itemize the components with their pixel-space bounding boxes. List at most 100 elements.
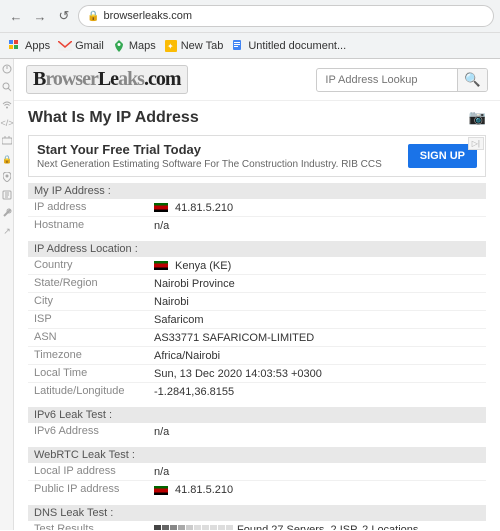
ipv6-header: IPv6 Leak Test : bbox=[28, 407, 486, 423]
bookmark-newtab[interactable]: ✦ New Tab bbox=[164, 39, 224, 53]
bookmark-gmail[interactable]: Gmail bbox=[58, 39, 104, 53]
webrtc-public-value: 41.81.5.210 bbox=[154, 483, 233, 497]
back-button[interactable]: ← bbox=[6, 6, 26, 26]
maps-label: Maps bbox=[129, 40, 156, 52]
logo-bar: BrowserLeaks.com 🔍 bbox=[14, 59, 500, 101]
lock-icon: 🔒 bbox=[87, 11, 99, 22]
ad-signup-button[interactable]: SIGN UP bbox=[408, 144, 477, 168]
city-label: City bbox=[34, 295, 154, 308]
localtime-row: Local Time Sun, 13 Dec 2020 14:03:53 +03… bbox=[28, 365, 486, 383]
search-button[interactable]: 🔍 bbox=[457, 69, 487, 91]
apps-label: Apps bbox=[25, 40, 50, 52]
bookmark-doc[interactable]: Untitled document... bbox=[231, 39, 346, 53]
webrtc-section: WebRTC Leak Test : Local IP address n/a … bbox=[28, 447, 486, 499]
sidebar-icon-arrow[interactable]: ↗ bbox=[1, 225, 13, 237]
dns-results-summary: Found 27 Servers, 2 ISP, 2 Locations bbox=[237, 524, 418, 531]
sidebar-icon-tool[interactable] bbox=[1, 207, 13, 219]
newtab-icon: ✦ bbox=[164, 39, 178, 53]
bookmark-maps[interactable]: Maps bbox=[112, 39, 156, 53]
ip-address-value: 41.81.5.210 bbox=[154, 201, 233, 214]
site-logo[interactable]: BrowserLeaks.com bbox=[26, 65, 188, 94]
sidebar-icon-4[interactable]: 🔒 bbox=[1, 153, 13, 165]
ke-flag-country-icon bbox=[154, 261, 168, 270]
sidebar-icon-wifi[interactable] bbox=[1, 99, 13, 111]
maps-icon bbox=[112, 39, 126, 53]
ad-content: Start Your Free Trial Today Next Generat… bbox=[37, 142, 382, 170]
doc-label: Untitled document... bbox=[248, 40, 346, 52]
asn-row: ASN AS33771 SAFARICOM-LIMITED bbox=[28, 329, 486, 347]
gmail-icon bbox=[58, 39, 72, 53]
sidebar-icon-code[interactable]: </> bbox=[1, 117, 13, 129]
hostname-label: Hostname bbox=[34, 219, 154, 233]
asn-label: ASN bbox=[34, 331, 154, 344]
address-bar[interactable]: 🔒 browserleaks.com bbox=[78, 5, 494, 27]
url-text: browserleaks.com bbox=[103, 10, 192, 22]
city-value: Nairobi bbox=[154, 295, 189, 308]
dns-results-value: Found 27 Servers, 2 ISP, 2 Locations bbox=[154, 523, 418, 530]
ip-search-input[interactable] bbox=[317, 71, 457, 89]
forward-button[interactable]: → bbox=[30, 6, 50, 26]
ipv6-address-label: IPv6 Address bbox=[34, 425, 154, 439]
timezone-label: Timezone bbox=[34, 349, 154, 362]
latlon-row: Latitude/Longitude -1.2841,36.8155 bbox=[28, 383, 486, 401]
ad-label: ▷| bbox=[468, 137, 484, 150]
ke-flag-webrtc-icon bbox=[154, 486, 168, 495]
bookmark-apps[interactable]: Apps bbox=[8, 39, 50, 53]
sidebar-icon-2[interactable] bbox=[1, 81, 13, 93]
hostname-value: n/a bbox=[154, 219, 169, 233]
doc-icon bbox=[231, 39, 245, 53]
state-value: Nairobi Province bbox=[154, 277, 235, 290]
sidebar-icon-3[interactable] bbox=[1, 135, 13, 147]
ip-address-row: IP address 41.81.5.210 bbox=[28, 199, 486, 217]
webrtc-local-row: Local IP address n/a bbox=[28, 463, 486, 481]
country-label: Country bbox=[34, 259, 154, 272]
localtime-value: Sun, 13 Dec 2020 14:03:53 +0300 bbox=[154, 367, 322, 380]
asn-value: AS33771 SAFARICOM-LIMITED bbox=[154, 331, 314, 344]
ad-subtext: Next Generation Estimating Software For … bbox=[37, 159, 382, 170]
state-label: State/Region bbox=[34, 277, 154, 290]
country-row: Country Kenya (KE) bbox=[28, 257, 486, 275]
page-title: What Is My IP Address bbox=[28, 109, 486, 127]
page-title-bar: 📷 What Is My IP Address bbox=[14, 101, 500, 131]
webrtc-header: WebRTC Leak Test : bbox=[28, 447, 486, 463]
dns-results-label: Test Results bbox=[34, 523, 154, 530]
city-row: City Nairobi bbox=[28, 293, 486, 311]
timezone-row: Timezone Africa/Nairobi bbox=[28, 347, 486, 365]
sidebar-icon-1[interactable] bbox=[1, 63, 13, 75]
dns-section: DNS Leak Test : Test Results bbox=[28, 505, 486, 530]
country-value: Kenya (KE) bbox=[154, 259, 231, 272]
my-ip-header: My IP Address : bbox=[28, 183, 486, 199]
isp-value: Safaricom bbox=[154, 313, 204, 326]
ip-search-box[interactable]: 🔍 bbox=[316, 68, 488, 92]
gmail-label: Gmail bbox=[75, 40, 104, 52]
sidebar-icon-location[interactable] bbox=[1, 171, 13, 183]
apps-grid-icon bbox=[8, 39, 22, 53]
my-ip-section: My IP Address : IP address 41.81.5.210 H… bbox=[28, 183, 486, 235]
latlon-value: -1.2841,36.8155 bbox=[154, 385, 234, 399]
dns-header: DNS Leak Test : bbox=[28, 505, 486, 521]
ipv6-section: IPv6 Leak Test : IPv6 Address n/a bbox=[28, 407, 486, 441]
dns-progress-bar bbox=[154, 525, 233, 530]
ip-location-section: IP Address Location : Country Kenya (KE)… bbox=[28, 241, 486, 401]
timezone-value: Africa/Nairobi bbox=[154, 349, 220, 362]
hostname-row: Hostname n/a bbox=[28, 217, 486, 235]
webrtc-local-value: n/a bbox=[154, 465, 169, 478]
reload-button[interactable]: ↺ bbox=[54, 6, 74, 26]
svg-text:✦: ✦ bbox=[167, 42, 174, 51]
ke-flag-icon bbox=[154, 203, 168, 212]
sidebar-icon-5[interactable] bbox=[1, 189, 13, 201]
isp-row: ISP Safaricom bbox=[28, 311, 486, 329]
ip-address-label: IP address bbox=[34, 201, 154, 214]
webrtc-local-label: Local IP address bbox=[34, 465, 154, 478]
state-row: State/Region Nairobi Province bbox=[28, 275, 486, 293]
ip-location-header: IP Address Location : bbox=[28, 241, 486, 257]
newtab-label: New Tab bbox=[181, 40, 224, 52]
camera-icon[interactable]: 📷 bbox=[469, 109, 486, 126]
latlon-label: Latitude/Longitude bbox=[34, 385, 154, 399]
ad-heading: Start Your Free Trial Today bbox=[37, 142, 382, 157]
webrtc-public-label: Public IP address bbox=[34, 483, 154, 497]
ipv6-address-row: IPv6 Address n/a bbox=[28, 423, 486, 441]
ipv6-address-value: n/a bbox=[154, 425, 169, 439]
webrtc-public-row: Public IP address 41.81.5.210 bbox=[28, 481, 486, 499]
isp-label: ISP bbox=[34, 313, 154, 326]
